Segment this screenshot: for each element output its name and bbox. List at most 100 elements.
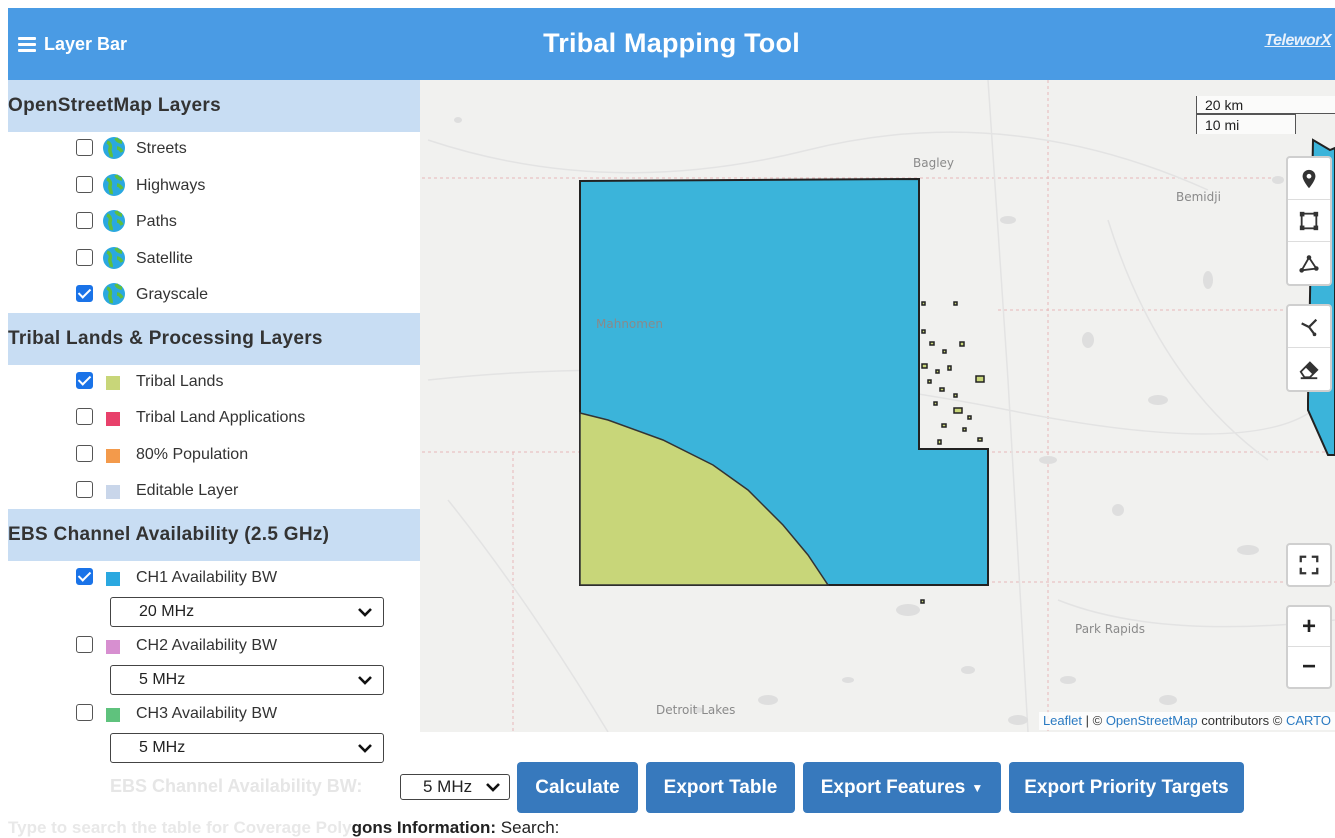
carto-link[interactable]: CARTO	[1286, 713, 1331, 728]
place-label: Bagley	[913, 156, 955, 170]
scissors-icon	[1301, 318, 1318, 336]
ch1-checkbox[interactable]	[76, 567, 93, 585]
export-table-button[interactable]: Export Table	[646, 762, 795, 813]
place-label: Mahnomen	[596, 317, 663, 331]
scale-km: 20 km	[1196, 96, 1335, 114]
place-label: Park Rapids	[1075, 622, 1145, 636]
ch2-bw-select[interactable]: 5 MHz	[110, 664, 384, 695]
ch3-checkbox[interactable]	[76, 703, 93, 721]
ch1-bw-select[interactable]: 20 MHz	[110, 596, 384, 627]
edit-toolbar	[1286, 304, 1332, 392]
attribution-sep: | ©	[1085, 713, 1103, 728]
draw-polyline-button[interactable]	[1288, 242, 1330, 284]
channel-item-ch1[interactable]: CH1 Availability BW	[8, 561, 420, 597]
layer-sidebar: OpenStreetMap Layers Streets Highways Pa…	[8, 80, 420, 835]
bw-select[interactable]: 5 MHz	[400, 774, 510, 800]
bw-value: 5 MHz	[423, 777, 473, 796]
tribal-lands-swatch	[106, 375, 120, 390]
app-title: Tribal Mapping Tool	[543, 28, 800, 58]
fullscreen-button[interactable]	[1288, 545, 1330, 585]
ch3-bw-select[interactable]: 5 MHz	[110, 732, 384, 763]
cut-button[interactable]	[1288, 306, 1330, 348]
layer-label: Grayscale	[136, 286, 209, 303]
globe-icon	[103, 246, 125, 269]
calculate-button[interactable]: Calculate	[517, 762, 638, 813]
zoom-out-button[interactable]: −	[1288, 647, 1330, 687]
place-label: Detroit Lakes	[656, 703, 736, 717]
scale-mi: 10 mi	[1196, 114, 1296, 134]
export-features-label: Export Features	[820, 776, 966, 798]
tribal-layer-list: Tribal Lands Tribal Land Applications 80…	[8, 365, 420, 511]
layer-item-tribal-lands[interactable]: Tribal Lands	[8, 365, 420, 402]
grayscale-checkbox[interactable]	[76, 285, 93, 302]
osm-link[interactable]: OpenStreetMap	[1106, 713, 1198, 728]
osm-layers-header: OpenStreetMap Layers	[8, 80, 420, 132]
channel-label: CH3 Availability BW	[136, 704, 278, 722]
layer-item-paths[interactable]: Paths	[8, 205, 420, 242]
layer-label: 80% Population	[136, 445, 249, 463]
ebs-channel-list: CH1 Availability BW 20 MHz CH2 Availabil…	[8, 561, 420, 763]
zoom-in-button[interactable]: +	[1288, 607, 1330, 647]
brand-logo[interactable]: TeleworX	[1264, 32, 1331, 50]
export-features-button[interactable]: Export Features ▼	[803, 762, 1001, 813]
globe-icon	[103, 137, 125, 159]
leaflet-link[interactable]: Leaflet	[1043, 713, 1082, 728]
place-label: Bemidji	[1176, 190, 1221, 204]
ch1-bw-value: 20 MHz	[139, 602, 195, 620]
channel-item-ch2[interactable]: CH2 Availability BW	[8, 634, 420, 665]
bw-label: EBS Channel Availability BW:	[110, 776, 363, 796]
paths-checkbox[interactable]	[76, 212, 93, 229]
tribal-land-applications-swatch	[106, 412, 120, 426]
tribal-land-applications-checkbox[interactable]	[76, 408, 93, 425]
search-hint: gons Information:	[351, 818, 497, 837]
fullscreen-icon	[1299, 555, 1319, 575]
layer-label: Highways	[136, 176, 206, 194]
search-label: Search:	[500, 818, 560, 837]
rectangle-icon	[1299, 211, 1319, 230]
ch2-bw-value: 5 MHz	[139, 670, 186, 688]
layer-item-satellite[interactable]: Satellite	[8, 242, 420, 279]
ebs-header: EBS Channel Availability (2.5 GHz)	[8, 508, 420, 561]
tribal-lands-checkbox[interactable]	[76, 371, 93, 389]
ch2-swatch	[106, 639, 120, 654]
search-line: Type to search the table for Coverage Po…	[8, 818, 559, 838]
satellite-checkbox[interactable]	[76, 248, 93, 266]
zoom-control: + −	[1286, 605, 1332, 689]
layer-label: Satellite	[136, 249, 193, 267]
caret-down-icon: ▼	[971, 780, 984, 795]
globe-icon	[103, 210, 125, 232]
editable-layer-checkbox[interactable]	[76, 481, 93, 498]
polyline-icon	[1299, 255, 1319, 273]
channel-item-ch3[interactable]: CH3 Availability BW	[8, 702, 420, 733]
ch1-swatch	[106, 571, 120, 586]
layer-item-80-population[interactable]: 80% Population	[8, 438, 420, 475]
eraser-button[interactable]	[1288, 348, 1330, 390]
layer-label: Editable Layer	[136, 482, 239, 499]
layer-item-grayscale[interactable]: Grayscale	[8, 278, 420, 315]
population-checkbox[interactable]	[76, 444, 93, 462]
layer-item-tribal-land-applications[interactable]: Tribal Land Applications	[8, 401, 420, 438]
tribal-layers-header: Tribal Lands & Processing Layers	[8, 312, 420, 365]
streets-checkbox[interactable]	[76, 139, 93, 156]
globe-icon	[103, 173, 125, 196]
export-priority-targets-button[interactable]: Export Priority Targets	[1009, 762, 1244, 813]
layer-item-streets[interactable]: Streets	[8, 132, 420, 169]
chevron-down-icon	[358, 675, 372, 685]
layer-label: Tribal Land Applications	[136, 409, 306, 426]
channel-label: CH1 Availability BW	[136, 568, 278, 586]
draw-rectangle-button[interactable]	[1288, 200, 1330, 242]
highways-checkbox[interactable]	[76, 175, 93, 193]
layer-label: Streets	[136, 140, 187, 157]
layer-item-editable[interactable]: Editable Layer	[8, 474, 420, 511]
layer-item-highways[interactable]: Highways	[8, 169, 420, 206]
chevron-down-icon	[358, 607, 372, 617]
draw-marker-button[interactable]	[1288, 158, 1330, 200]
search-hint-faded: Type to search the table for Coverage Po…	[8, 818, 352, 837]
editable-layer-swatch	[106, 485, 120, 499]
ch2-checkbox[interactable]	[76, 635, 93, 653]
layer-label: Tribal Lands	[136, 372, 224, 390]
map-attribution: Leaflet | © OpenStreetMap contributors ©…	[1038, 712, 1335, 730]
ch3-bw-value: 5 MHz	[139, 738, 186, 756]
layer-label: Paths	[136, 213, 177, 230]
scale-bar: 20 km 10 mi	[1196, 96, 1335, 134]
